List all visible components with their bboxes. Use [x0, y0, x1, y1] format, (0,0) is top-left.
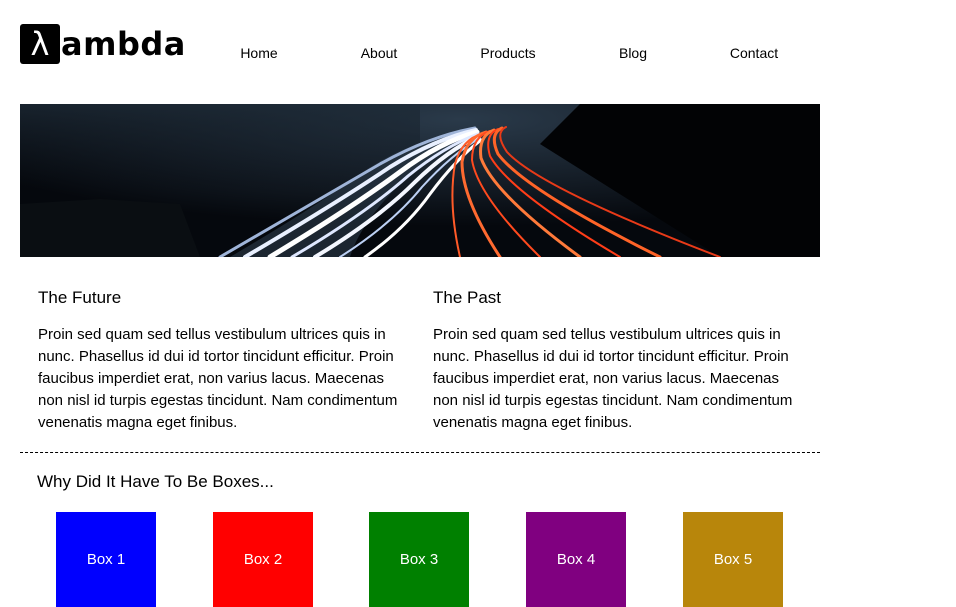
- box-3: Box 3: [369, 512, 469, 607]
- future-title: The Future: [38, 288, 122, 307]
- main-nav: Home About Products Blog Contact: [0, 45, 956, 65]
- nav-products-link[interactable]: Products: [480, 45, 535, 61]
- box-2: Box 2: [213, 512, 313, 607]
- box-2-label: Box 2: [243, 551, 283, 568]
- past-section: The Past Proin sed quam sed tellus vesti…: [433, 288, 803, 434]
- site-header: λ ambda Home About Products Blog Contact: [0, 0, 956, 104]
- box-5: Box 5: [683, 512, 783, 607]
- nav-home-link[interactable]: Home: [240, 45, 277, 61]
- nav-blog-link[interactable]: Blog: [619, 45, 647, 61]
- nav-contact-link[interactable]: Contact: [730, 45, 778, 61]
- highway-light-trails-photo-icon: [20, 104, 820, 257]
- box-1-label: Box 1: [86, 551, 126, 568]
- nav-about-link[interactable]: About: [361, 45, 398, 61]
- boxes-section-title: Why Did It Have To Be Boxes...: [37, 472, 274, 491]
- past-body: Proin sed quam sed tellus vestibulum ult…: [433, 326, 793, 431]
- box-4-label: Box 4: [556, 551, 596, 568]
- past-title: The Past: [433, 288, 502, 307]
- future-body: Proin sed quam sed tellus vestibulum ult…: [38, 326, 398, 431]
- box-1: Box 1: [56, 512, 156, 607]
- box-5-label: Box 5: [713, 551, 753, 568]
- box-4: Box 4: [526, 512, 626, 607]
- hero-banner: [20, 104, 820, 257]
- section-divider: [20, 452, 820, 453]
- future-section: The Future Proin sed quam sed tellus ves…: [38, 288, 408, 434]
- box-3-label: Box 3: [399, 551, 439, 568]
